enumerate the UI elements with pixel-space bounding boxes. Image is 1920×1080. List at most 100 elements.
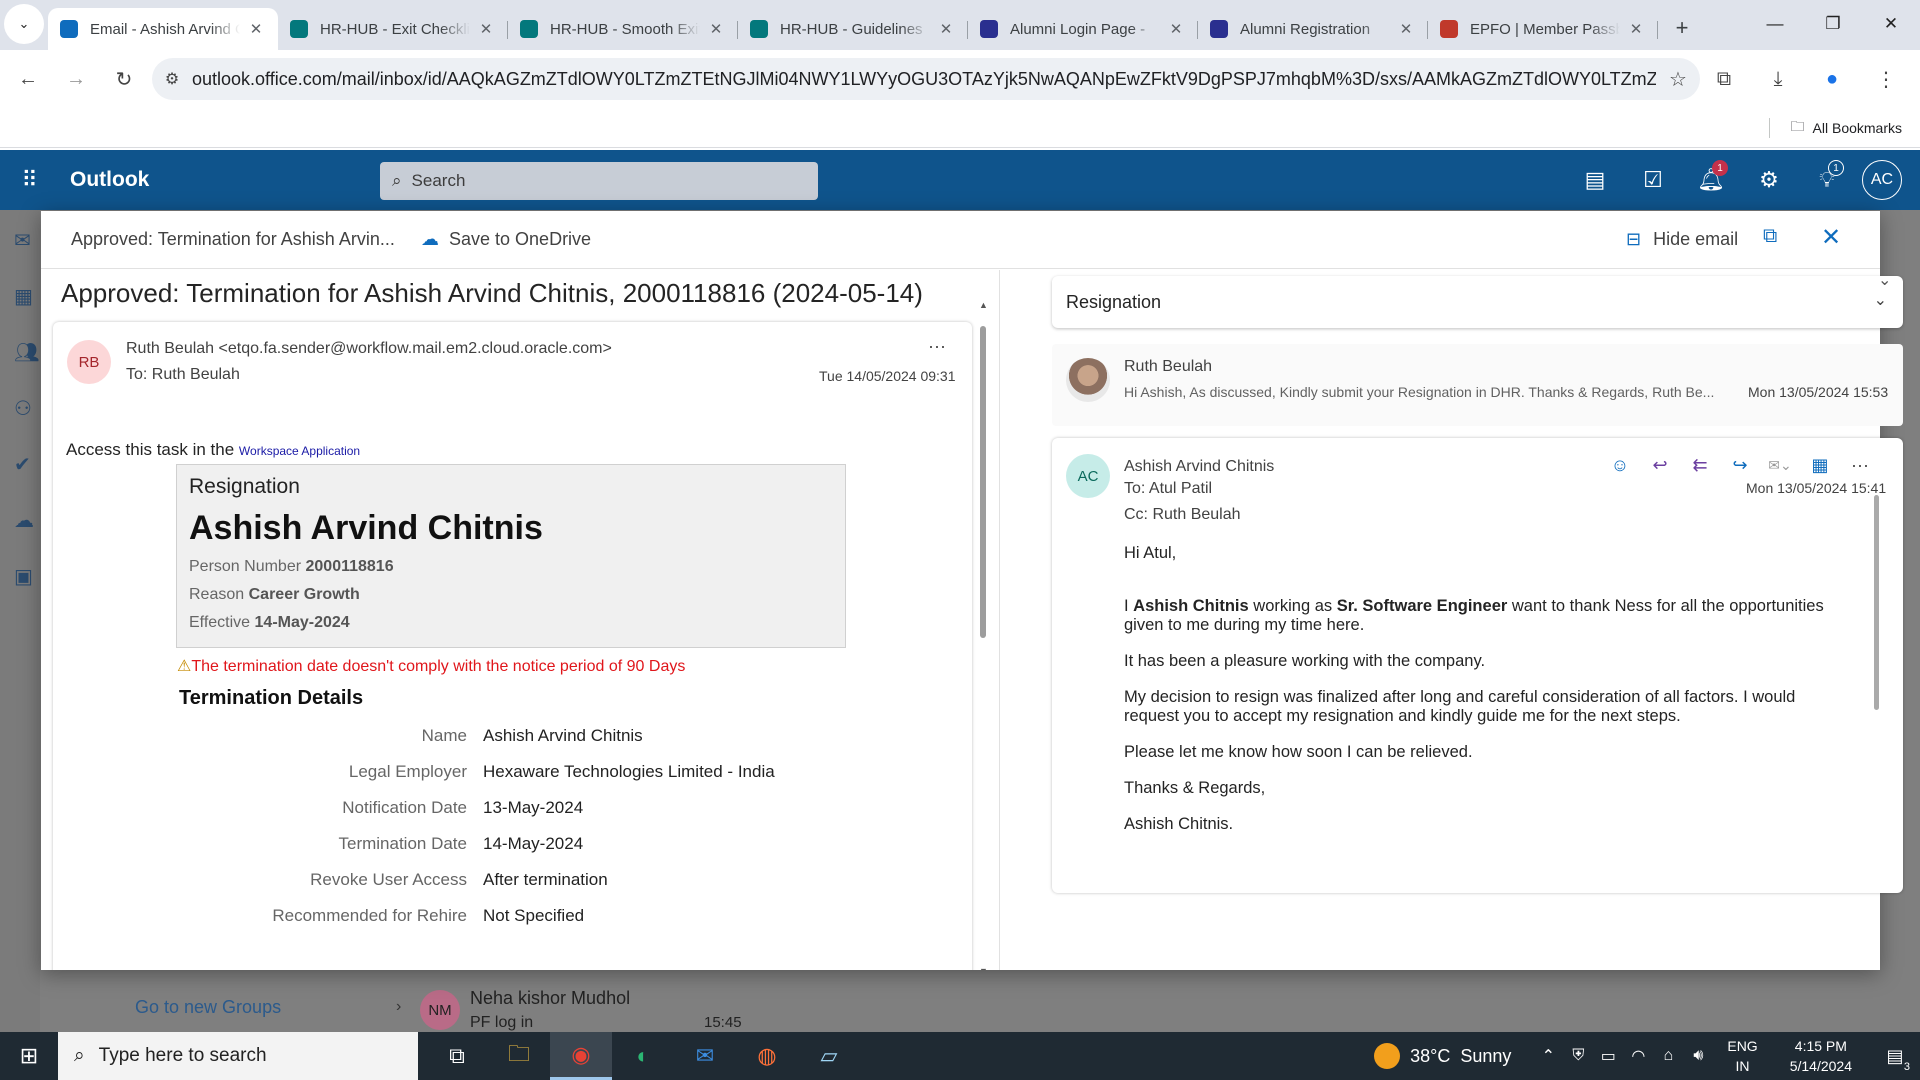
language-indicator[interactable]: ENG IN bbox=[1727, 1036, 1757, 1076]
taskbar-search-placeholder: Type here to search bbox=[98, 1045, 267, 1066]
browser-tab[interactable]: Alumni Login Page - ✕ bbox=[968, 8, 1198, 50]
more-actions-icon[interactable]: ··· bbox=[928, 336, 946, 357]
mail-icon[interactable]: ✉ bbox=[14, 228, 31, 253]
tab-close-icon[interactable]: ✕ bbox=[246, 20, 266, 38]
browser-tab[interactable]: HR-HUB - Guidelines ✕ bbox=[738, 8, 968, 50]
more-apps-icon[interactable]: ▣ bbox=[14, 564, 33, 589]
tab-close-icon[interactable]: ✕ bbox=[1166, 20, 1186, 38]
wifi-icon[interactable]: ◠ bbox=[1623, 1046, 1653, 1066]
new-tab-button[interactable]: + bbox=[1664, 10, 1700, 46]
workspace-application-link[interactable]: Workspace Application bbox=[239, 444, 360, 458]
expand-chevron-icon[interactable]: › bbox=[396, 998, 401, 1016]
weather-widget[interactable]: 38°C Sunny bbox=[1374, 1043, 1511, 1069]
tab-search-button[interactable]: ⌄ bbox=[4, 4, 44, 44]
todo-icon[interactable]: ☑ bbox=[1624, 150, 1682, 210]
email-card: RB Ruth Beulah <etqo.fa.sender@workflow.… bbox=[53, 322, 972, 970]
hide-label: Hide email bbox=[1653, 229, 1739, 249]
security-icon[interactable]: ⛨ bbox=[1563, 1047, 1593, 1065]
address-bar[interactable]: ⚙ outlook.office.com/mail/inbox/id/AAQkA… bbox=[152, 58, 1700, 100]
browser-menu-icon[interactable]: ⋮ bbox=[1864, 58, 1908, 100]
profile-icon[interactable]: ● bbox=[1810, 58, 1854, 100]
browser-tab[interactable]: Email - Ashish Arvind Chitnis ✕ bbox=[48, 8, 278, 50]
tab-close-icon[interactable]: ✕ bbox=[706, 20, 726, 38]
tab-close-icon[interactable]: ✕ bbox=[936, 20, 956, 38]
pop-out-icon[interactable]: ⧉ bbox=[1763, 225, 1777, 248]
onedrive-icon[interactable]: ☁ bbox=[14, 508, 34, 533]
expanded-sender[interactable]: Ashish Arvind Chitnis bbox=[1124, 458, 1274, 476]
outlook-brand[interactable]: Outlook bbox=[70, 168, 149, 192]
file-explorer-icon[interactable]: 🗀 bbox=[488, 1032, 550, 1080]
battery-icon[interactable]: ▭ bbox=[1593, 1046, 1623, 1066]
people-icon[interactable]: 👥︎ bbox=[14, 340, 39, 365]
bookmark-star-icon[interactable]: ☆ bbox=[1656, 67, 1700, 92]
window-close-button[interactable]: ✕ bbox=[1862, 0, 1920, 48]
save-to-onedrive-button[interactable]: ☁ Save to OneDrive bbox=[421, 229, 591, 250]
reply-icon[interactable]: ↩ bbox=[1640, 450, 1680, 480]
language-code: ENG bbox=[1727, 1038, 1758, 1054]
go-to-new-groups-link[interactable]: Go to new Groups bbox=[135, 997, 281, 1018]
tab-close-icon[interactable]: ✕ bbox=[1626, 20, 1646, 38]
tips-lightbulb-icon[interactable]: 💡︎ 1 bbox=[1798, 150, 1856, 210]
all-bookmarks-button[interactable]: 🗀 All Bookmarks bbox=[1791, 116, 1902, 140]
epfo-icon bbox=[1440, 20, 1458, 38]
forward-button[interactable]: → bbox=[56, 59, 96, 99]
browser-tab[interactable]: EPFO | Member Passbook ✕ bbox=[1428, 8, 1658, 50]
background-mail-item[interactable]: › NM Neha kishor Mudhol PF log in 15:45 bbox=[378, 980, 818, 1032]
vertical-scrollbar[interactable]: ▲ ▼ bbox=[979, 300, 988, 970]
minimize-button[interactable]: — bbox=[1746, 0, 1804, 48]
volume-icon[interactable]: 🔊︎ bbox=[1683, 1047, 1713, 1065]
browser-tab[interactable]: HR-HUB - Exit Checklist ✕ bbox=[278, 8, 508, 50]
todo-check-icon[interactable]: ✔ bbox=[14, 452, 31, 477]
notification-center-icon[interactable]: ▤ 3 bbox=[1870, 1046, 1920, 1073]
sender-address[interactable]: Ruth Beulah <etqo.fa.sender@workflow.mai… bbox=[126, 340, 612, 358]
sender-photo bbox=[1066, 358, 1110, 402]
modal-outer-scrollbar[interactable] bbox=[1874, 495, 1879, 710]
apps-icon[interactable]: ▦ bbox=[1800, 450, 1840, 480]
back-button[interactable]: ← bbox=[8, 59, 48, 99]
close-icon[interactable]: ✕ bbox=[1821, 223, 1841, 252]
groups-icon[interactable]: ⚇ bbox=[14, 396, 32, 421]
taskbar-search-input[interactable]: ⌕ Type here to search bbox=[58, 1032, 418, 1080]
windows-start-icon[interactable]: ⊞ bbox=[0, 1043, 58, 1069]
extensions-icon[interactable]: ⧉ bbox=[1702, 58, 1746, 100]
account-avatar[interactable]: AC bbox=[1862, 160, 1902, 200]
mail-app-icon[interactable]: ✉ bbox=[674, 1032, 736, 1080]
restore-button[interactable]: ❐ bbox=[1804, 0, 1862, 48]
browser-tab[interactable]: Alumni Registration ✕ bbox=[1198, 8, 1428, 50]
firefox-icon[interactable]: ◍ bbox=[736, 1032, 798, 1080]
emoji-react-icon[interactable]: ☺ bbox=[1600, 450, 1640, 480]
scroll-thumb[interactable] bbox=[980, 326, 986, 638]
hide-email-button[interactable]: ⊟ Hide email bbox=[1626, 229, 1738, 250]
collapsed-message[interactable]: Ruth Beulah Hi Ashish, As discussed, Kin… bbox=[1052, 344, 1903, 426]
conversation-header[interactable]: Resignation ⌄ bbox=[1052, 276, 1903, 328]
show-hidden-icons-icon[interactable]: ⌃ bbox=[1533, 1046, 1563, 1066]
notifications-bell-icon[interactable]: 🔔︎ 1 bbox=[1682, 150, 1740, 210]
download-icon[interactable]: ⤓ bbox=[1756, 58, 1800, 100]
message-more-icon[interactable]: ··· bbox=[1840, 450, 1880, 480]
browser-tab[interactable]: HR-HUB - Smooth Exit ✕ bbox=[508, 8, 738, 50]
task-view-icon[interactable]: ⧉ bbox=[426, 1032, 488, 1080]
scroll-down-icon[interactable]: ▼ bbox=[979, 966, 988, 970]
clock[interactable]: 4:15 PM 5/14/2024 bbox=[1790, 1036, 1852, 1076]
expanded-date: Mon 13/05/2024 15:41 bbox=[1746, 480, 1887, 496]
url-text[interactable]: outlook.office.com/mail/inbox/id/AAQkAGZ… bbox=[192, 69, 1656, 90]
calendar-icon[interactable]: ▦ bbox=[14, 284, 33, 309]
reply-all-icon[interactable]: ⇇ bbox=[1680, 450, 1720, 480]
tab-close-icon[interactable]: ✕ bbox=[476, 20, 496, 38]
scroll-up-icon[interactable]: ▲ bbox=[979, 300, 988, 310]
move-dropdown-icon[interactable]: ✉⌄ bbox=[1760, 450, 1800, 480]
search-input[interactable]: ⌕ Search bbox=[380, 162, 818, 200]
chrome-icon[interactable]: ◉ bbox=[550, 1032, 612, 1080]
sender-avatar[interactable]: RB bbox=[67, 340, 111, 384]
network-icon[interactable]: ⌂ bbox=[1653, 1047, 1683, 1065]
edge-icon[interactable]: ◐ bbox=[612, 1032, 674, 1080]
sender-avatar[interactable]: AC bbox=[1066, 454, 1110, 498]
forward-icon[interactable]: ↪ bbox=[1720, 450, 1760, 480]
teams-icon[interactable]: ▤ bbox=[1566, 150, 1624, 210]
site-info-icon[interactable]: ⚙ bbox=[152, 69, 192, 89]
reload-button[interactable]: ↻ bbox=[104, 59, 144, 99]
notepad-icon[interactable]: ▱ bbox=[798, 1032, 860, 1080]
settings-gear-icon[interactable]: ⚙ bbox=[1740, 150, 1798, 210]
tab-close-icon[interactable]: ✕ bbox=[1396, 20, 1416, 38]
app-launcher-icon[interactable]: ⠿ bbox=[0, 167, 58, 193]
